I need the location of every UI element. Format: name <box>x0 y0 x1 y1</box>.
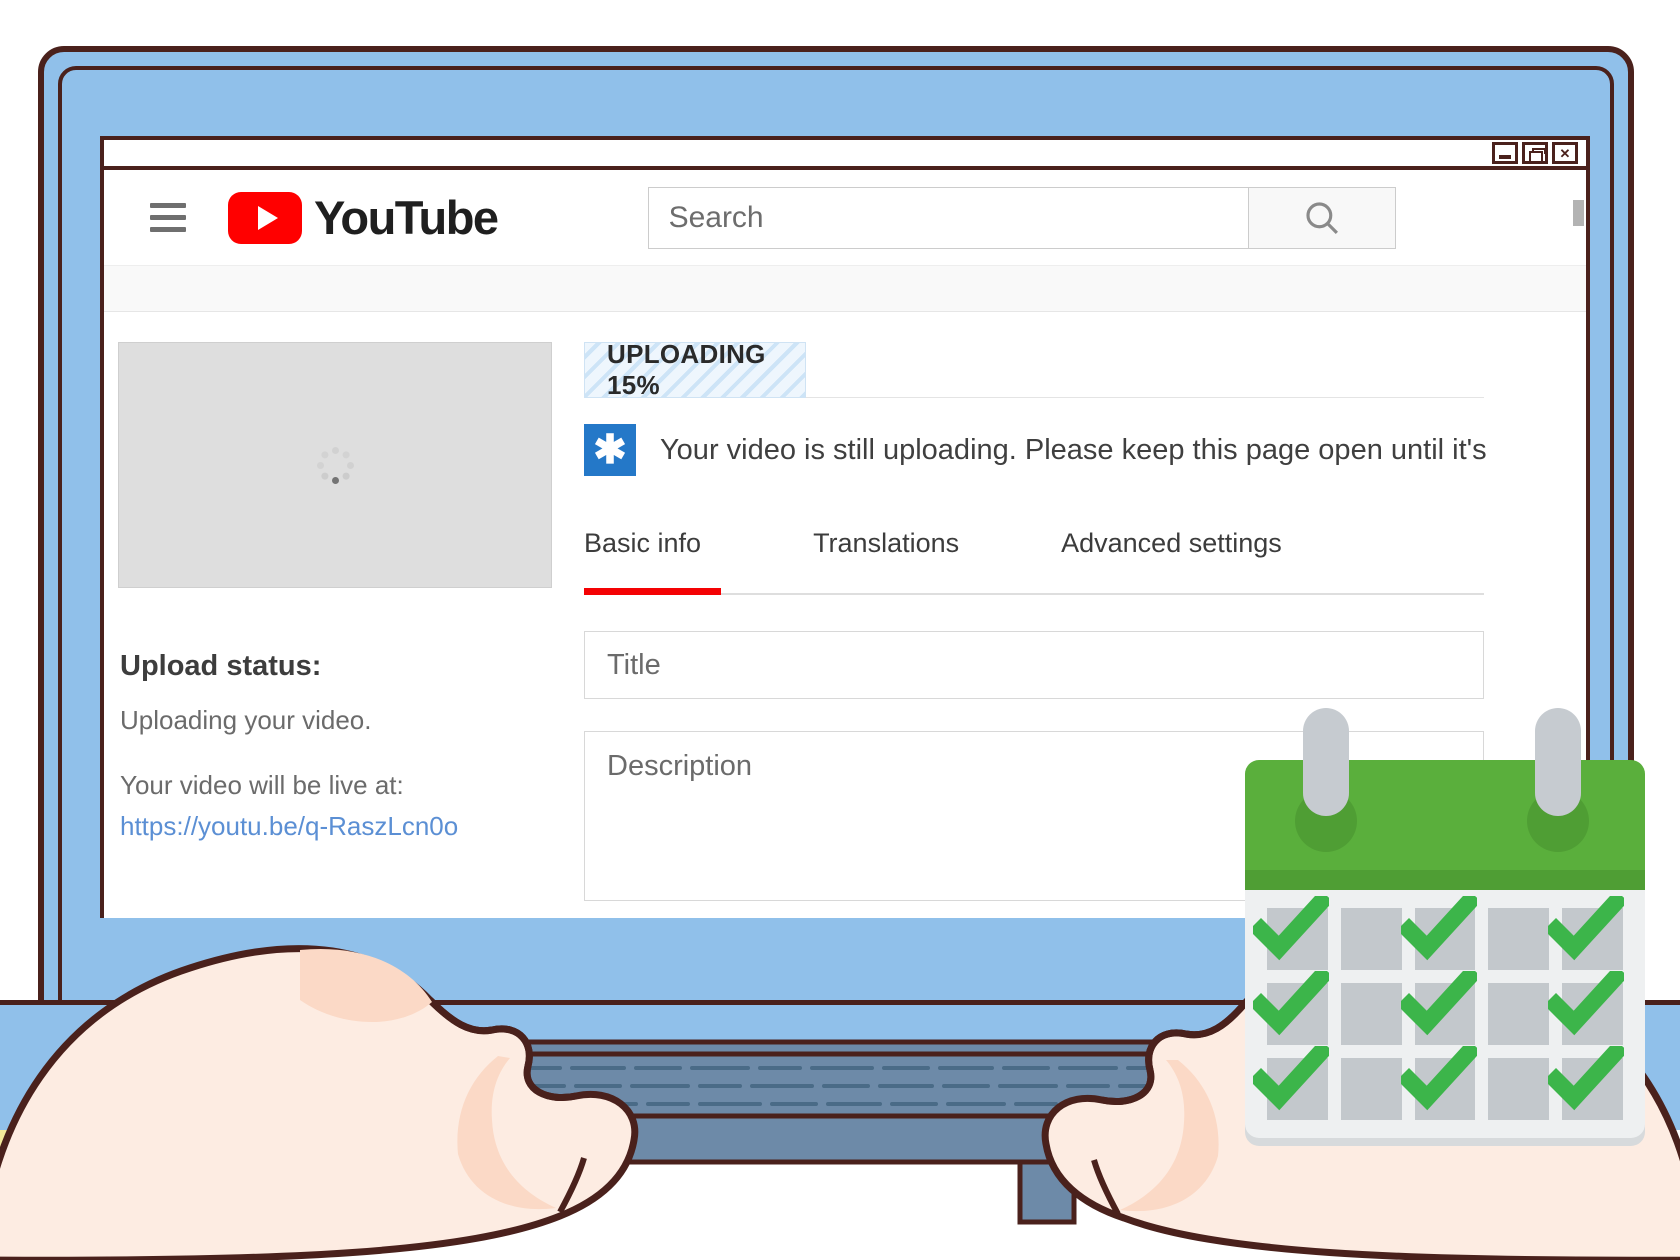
upload-sidebar: Upload status: Uploading your video. You… <box>104 342 584 916</box>
window-titlebar: ✕ <box>104 140 1586 170</box>
calendar-check-icon <box>1253 971 1329 1036</box>
youtube-wordmark: YouTube <box>314 191 499 244</box>
calendar-body <box>1245 890 1645 1138</box>
left-hand-crease <box>557 1157 587 1214</box>
calendar-day-cell <box>1400 1046 1477 1120</box>
minimize-icon <box>1499 155 1511 159</box>
upload-status-text: Uploading your video. <box>120 705 372 735</box>
calendar-day-cell <box>1253 971 1329 1045</box>
upload-status-title: Upload status: <box>120 650 322 682</box>
calendar-day-cell <box>1340 908 1402 970</box>
calendar-day-cell <box>1253 1046 1329 1120</box>
search-input[interactable] <box>647 186 1248 249</box>
close-icon: ✕ <box>1559 145 1571 161</box>
details-tabs: Basic info Translations Advanced setting… <box>584 528 1586 559</box>
tab-basic-info[interactable]: Basic info <box>584 528 701 559</box>
calendar-check-icon <box>1548 1046 1625 1111</box>
calendar-check-icon <box>1400 1046 1477 1111</box>
search-bar <box>647 186 1396 249</box>
calendar-ring-right <box>1535 708 1581 816</box>
live-url-label: Your video will be live at: <box>120 770 404 800</box>
upload-progress-fill: UPLOADING 15% <box>584 339 806 400</box>
video-thumbnail-placeholder <box>118 342 552 588</box>
youtube-logo[interactable]: YouTube <box>228 190 499 245</box>
calendar-day-cell <box>1488 908 1550 970</box>
hamburger-icon[interactable] <box>150 203 186 232</box>
tabs-divider <box>584 588 1484 595</box>
calendar-day-cell <box>1548 971 1625 1045</box>
upload-progress-label: UPLOADING 15% <box>607 339 766 400</box>
calendar-check-icon <box>1548 971 1625 1036</box>
calendar-check-icon <box>1400 896 1477 961</box>
tab-advanced-settings[interactable]: Advanced settings <box>1061 528 1282 559</box>
calendar-check-icon <box>1400 971 1477 1036</box>
calendar-day-cell <box>1488 1058 1550 1120</box>
calendar-icon <box>1245 708 1645 1160</box>
calendar-day-cell <box>1340 983 1402 1045</box>
calendar-day-cell <box>1253 896 1329 970</box>
youtube-subheader-bar <box>104 266 1586 312</box>
calendar-ring-left <box>1303 708 1349 816</box>
youtube-play-icon <box>228 191 302 244</box>
calendar-day-cell <box>1340 1058 1402 1120</box>
active-tab-indicator <box>584 588 721 595</box>
loading-spinner-icon <box>316 446 354 484</box>
page-scrollbar-thumb[interactable] <box>1573 200 1584 226</box>
calendar-check-icon <box>1253 1046 1329 1111</box>
asterisk-icon: ✱ <box>584 424 636 476</box>
calendar-day-cell <box>1548 1046 1625 1120</box>
close-button[interactable]: ✕ <box>1552 142 1578 164</box>
title-input[interactable] <box>584 631 1484 699</box>
maximize-icon <box>1528 147 1546 163</box>
calendar-grid <box>1253 896 1625 1120</box>
upload-progress-bar: UPLOADING 15% <box>584 339 1484 400</box>
calendar-day-cell <box>1488 983 1550 1045</box>
upload-notice-banner: ✱ Your video is still uploading. Please … <box>584 424 1586 476</box>
calendar-check-icon <box>1548 896 1625 961</box>
calendar-day-cell <box>1400 896 1477 970</box>
search-icon <box>1305 201 1338 234</box>
calendar-day-cell <box>1548 896 1625 970</box>
upload-notice-text: Your video is still uploading. Please ke… <box>660 433 1487 466</box>
minimize-button[interactable] <box>1492 142 1518 164</box>
tab-translations[interactable]: Translations <box>813 528 959 559</box>
search-button[interactable] <box>1247 186 1396 249</box>
calendar-check-icon <box>1253 896 1329 961</box>
right-hand-crease <box>1091 1159 1121 1216</box>
calendar-day-cell <box>1400 971 1477 1045</box>
maximize-button[interactable] <box>1522 142 1548 164</box>
live-url-link[interactable]: https://youtu.be/q-RaszLcn0o <box>120 811 584 842</box>
screenshot-root: ✕ YouTube Search Upload status: Uploadin… <box>0 0 1680 1260</box>
youtube-header: YouTube <box>104 170 1586 266</box>
